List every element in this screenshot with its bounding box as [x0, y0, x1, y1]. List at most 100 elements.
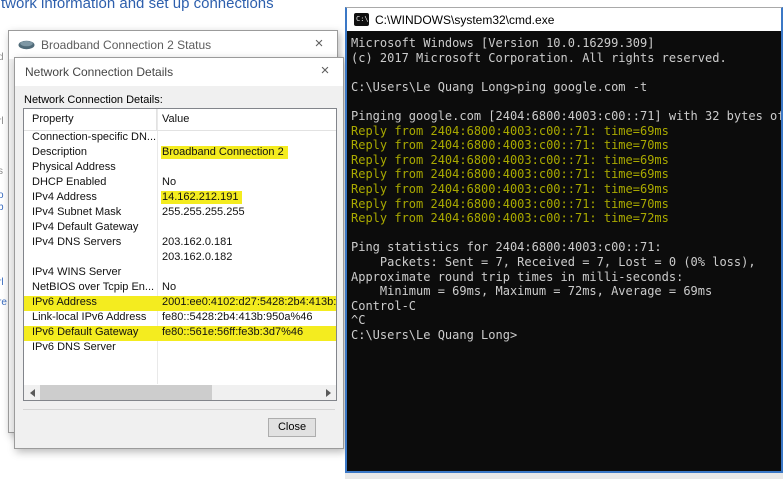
left-edge-fragments: d rl s ob rl re	[0, 0, 7, 479]
property-cell: IPv6 Address	[32, 296, 97, 308]
edge-fragment: s	[0, 166, 3, 177]
table-row: Connection-specific DN...	[24, 131, 336, 146]
property-cell: NetBIOS over Tcpip En...	[32, 281, 155, 293]
property-cell: IPv4 Subnet Mask	[32, 206, 122, 218]
terminal-line: Reply from 2404:6800:4003:c00::71: time=…	[351, 211, 669, 226]
value-cell: No	[162, 176, 177, 188]
property-cell: IPv4 WINS Server	[32, 266, 122, 278]
property-cell: Description	[32, 146, 88, 158]
edge-fragment: d	[0, 52, 4, 63]
terminal-line: Ping statistics for 2404:6800:4003:c00::…	[351, 240, 662, 255]
table-row: DHCP Enabled No	[24, 176, 336, 191]
terminal-line: Reply from 2404:6800:4003:c00::71: time=…	[351, 152, 669, 167]
terminal-line: Reply from 2404:6800:4003:c00::71: time=…	[351, 123, 669, 138]
scrollbar-thumb[interactable]	[40, 385, 212, 400]
property-cell: IPv4 DNS Servers	[32, 236, 122, 248]
close-icon: ×	[314, 35, 324, 52]
desktop-background-strip	[345, 473, 783, 479]
terminal-line: (c) 2017 Microsoft Corporation. All righ…	[351, 50, 727, 65]
terminal-line: Reply from 2404:6800:4003:c00::71: time=…	[351, 196, 669, 211]
table-row: IPv4 WINS Server	[24, 266, 336, 281]
value-cell: 203.162.0.182	[162, 251, 233, 263]
close-button[interactable]: Close	[268, 418, 316, 437]
edge-fragment: o	[0, 190, 4, 201]
details-listbox: Property Value Connection-specific DN...…	[23, 108, 337, 401]
property-cell: Connection-specific DN...	[32, 131, 157, 143]
value-cell: No	[162, 281, 177, 293]
value-cell: 203.162.0.181	[162, 236, 233, 248]
scroll-right-icon	[325, 388, 331, 397]
value-cell	[157, 341, 336, 356]
edge-fragment: re	[0, 297, 7, 308]
property-cell: Physical Address	[32, 161, 116, 173]
edge-fragment: b	[0, 202, 4, 213]
table-row: IPv4 Address 14.162.212.191	[24, 191, 336, 206]
edge-fragment: rl	[0, 116, 4, 127]
close-icon: ×	[320, 62, 330, 79]
property-cell: IPv6 Default Gateway	[32, 326, 139, 338]
table-row: IPv6 DNS Server	[24, 341, 336, 356]
network-details-label: Network Connection Details:	[24, 94, 163, 106]
network-details-titlebar[interactable]: Network Connection Details	[15, 58, 343, 86]
terminal-line: Control-C	[351, 298, 417, 313]
cmd-icon: C:\	[354, 13, 369, 26]
table-row: 203.162.0.182	[24, 251, 336, 266]
terminal-line: Microsoft Windows [Version 10.0.16299.30…	[351, 36, 655, 50]
property-cell	[24, 251, 157, 266]
value-cell: 255.255.255.255	[162, 206, 245, 218]
scroll-left-button[interactable]	[24, 385, 40, 400]
terminal-line: C:\Users\Le Quang Long>	[351, 327, 518, 342]
terminal-line: Approximate round trip times in milli-se…	[351, 269, 684, 284]
property-cell: DHCP Enabled	[32, 176, 107, 188]
terminal-output[interactable]: Microsoft Windows [Version 10.0.16299.30…	[347, 31, 781, 471]
table-row: Physical Address	[24, 161, 336, 176]
value-cell: fe80::5428:2b4:413b:950a%46	[162, 311, 313, 323]
terminal-line: Minimum = 69ms, Maximum = 72ms, Average …	[351, 284, 713, 299]
broadband-status-close-button[interactable]: ×	[310, 35, 328, 53]
broadband-connection-icon	[18, 40, 35, 50]
cmd-title: C:\WINDOWS\system32\cmd.exe	[375, 12, 555, 27]
terminal-line: Reply from 2404:6800:4003:c00::71: time=…	[351, 167, 669, 182]
edge-fragment: rl	[0, 277, 4, 288]
property-cell: Link-local IPv6 Address	[32, 311, 147, 323]
scroll-left-icon	[29, 388, 35, 397]
terminal-line: Pinging google.com [2404:6800:4003:c00::…	[351, 108, 781, 123]
value-cell	[157, 161, 336, 176]
terminal-line: C:\Users\Le Quang Long>ping google.com -…	[351, 79, 648, 94]
screen: twork information and set up connections…	[0, 0, 783, 479]
property-cell: IPv6 DNS Server	[32, 341, 116, 353]
network-details-title: Network Connection Details	[25, 65, 174, 79]
cmd-titlebar[interactable]: C:\ C:\WINDOWS\system32\cmd.exe	[347, 8, 781, 31]
broadband-status-titlebar[interactable]: Broadband Connection 2 Status	[9, 31, 337, 59]
property-cell: IPv4 Address	[32, 191, 97, 203]
table-row: IPv4 Subnet Mask 255.255.255.255	[24, 206, 336, 221]
column-header-value[interactable]: Value	[157, 109, 189, 130]
cmd-window: C:\ C:\WINDOWS\system32\cmd.exe Microsof…	[345, 7, 783, 473]
value-cell: Broadband Connection 2	[157, 146, 336, 161]
terminal-line: Reply from 2404:6800:4003:c00::71: time=…	[351, 138, 669, 153]
table-row: NetBIOS over Tcpip En... No	[24, 281, 336, 296]
listview-header: Property Value	[24, 109, 336, 131]
column-header-property[interactable]: Property	[24, 109, 157, 130]
table-row: IPv6 Default Gateway fe80::561e:56ff:fe3…	[24, 326, 336, 341]
scroll-right-button[interactable]	[320, 385, 336, 400]
dialog-separator	[23, 409, 335, 410]
value-cell	[157, 221, 336, 236]
table-row: IPv4 Default Gateway	[24, 221, 336, 236]
value-cell	[157, 131, 336, 146]
terminal-line: Packets: Sent = 7, Received = 7, Lost = …	[351, 254, 756, 269]
network-info-link[interactable]: twork information and set up connections	[1, 0, 274, 12]
value-cell: 2001:ee0:4102:d27:5428:2b4:413b:950a	[162, 296, 336, 308]
horizontal-scrollbar[interactable]	[24, 385, 336, 400]
details-rows: Connection-specific DN... Description Br…	[24, 131, 336, 356]
value-cell	[157, 266, 336, 281]
network-details-close-button[interactable]: ×	[316, 62, 334, 80]
value-cell: fe80::561e:56ff:fe3b:3d7%46	[162, 326, 304, 338]
terminal-line: ^C	[351, 313, 366, 328]
table-row: IPv6 Address 2001:ee0:4102:d27:5428:2b4:…	[24, 296, 336, 311]
table-row: Link-local IPv6 Address fe80::5428:2b4:4…	[24, 311, 336, 326]
property-cell: IPv4 Default Gateway	[32, 221, 139, 233]
